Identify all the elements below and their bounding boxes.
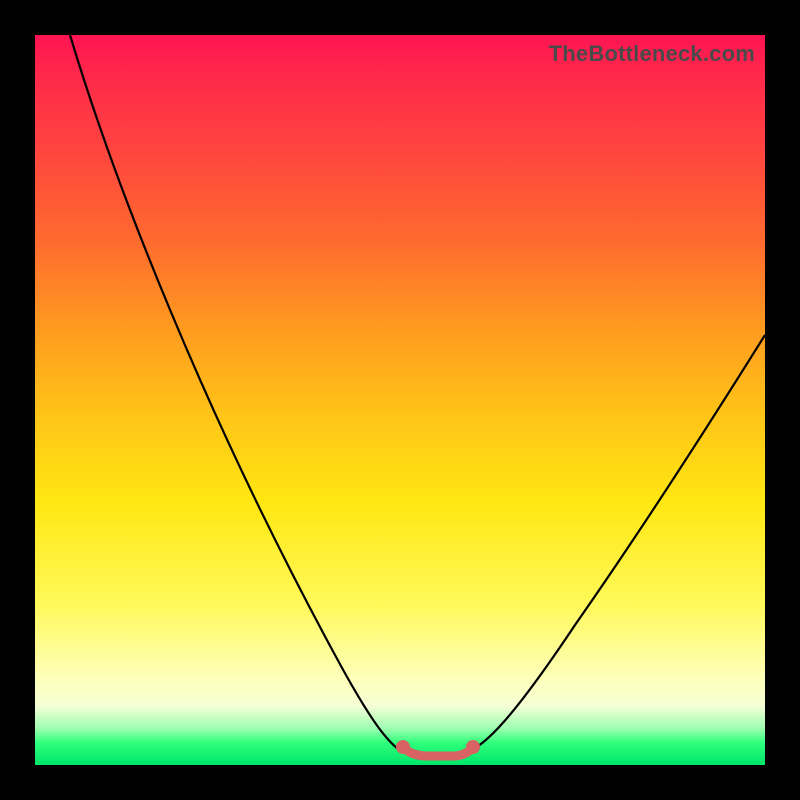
chart-frame: TheBottleneck.com: [0, 0, 800, 800]
bottleneck-curve: [35, 35, 765, 765]
plot-area: TheBottleneck.com: [35, 35, 765, 765]
